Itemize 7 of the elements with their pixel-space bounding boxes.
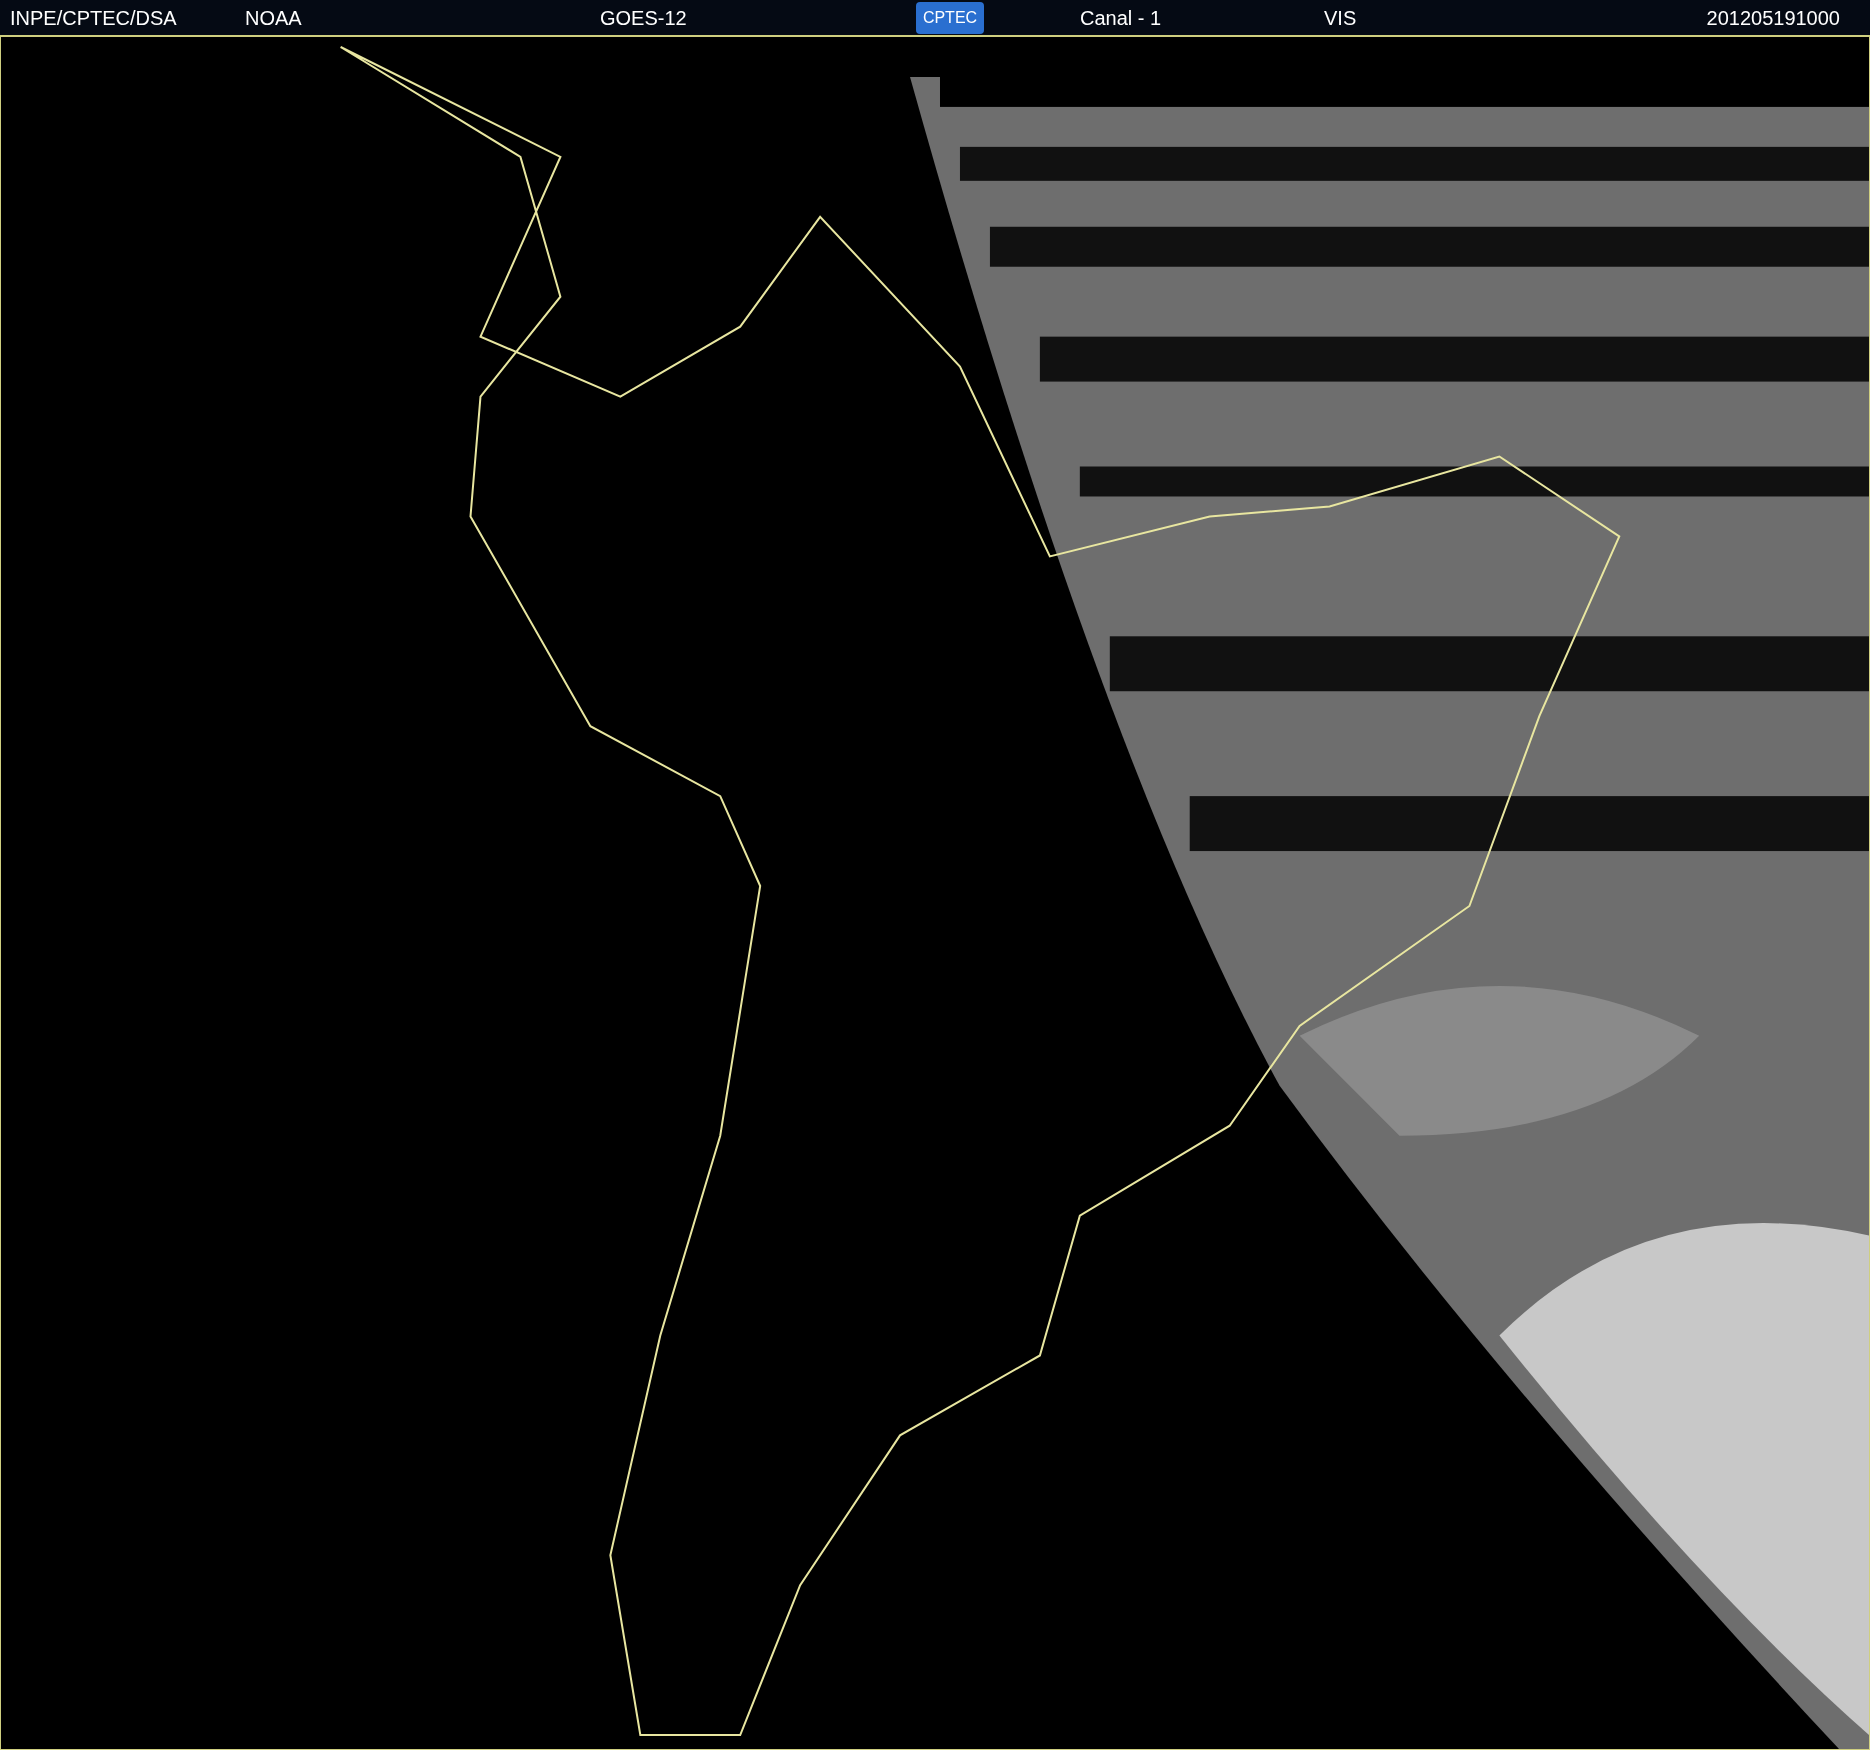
satellite-label: GOES-12 [600,5,688,31]
band-label: VIS [1324,5,1358,31]
source-label: NOAA [245,5,303,31]
timestamp-label: 201205191000 [1706,5,1840,31]
agency-label: INPE/CPTEC/DSA [10,5,178,31]
logo: CPTEC [916,1,984,34]
channel-label: Canal - 1 [1080,5,1163,31]
